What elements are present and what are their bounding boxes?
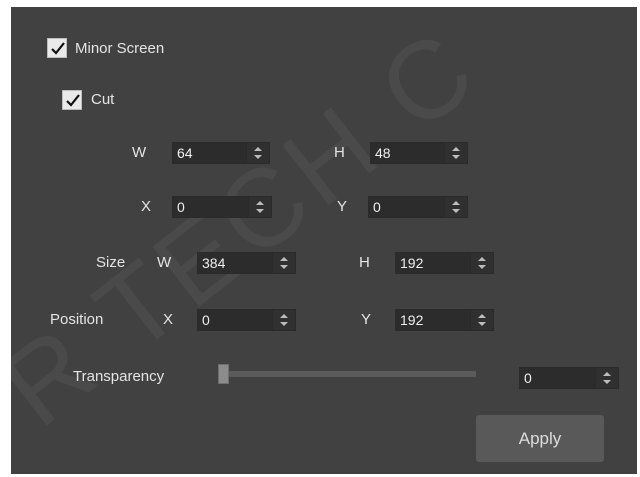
cut-h-stepper[interactable] — [444, 143, 467, 163]
up-down-arrows-icon — [452, 201, 460, 213]
position-y-input[interactable] — [396, 310, 471, 330]
cut-x-label: X — [141, 198, 152, 215]
up-down-arrows-icon — [280, 314, 288, 326]
size-w-label: W — [157, 254, 172, 271]
up-down-arrows-icon — [452, 147, 460, 159]
size-h-spinbox — [395, 252, 494, 274]
size-h-stepper[interactable] — [470, 253, 493, 273]
transparency-slider-track[interactable] — [218, 371, 476, 377]
position-y-spinbox — [395, 309, 494, 331]
position-label: Position — [50, 311, 104, 328]
up-down-arrows-icon — [478, 257, 486, 269]
up-down-arrows-icon — [478, 314, 486, 326]
up-down-arrows-icon — [256, 201, 264, 213]
cut-h-spinbox — [370, 142, 468, 164]
cut-checkbox[interactable] — [62, 90, 82, 110]
size-h-label: H — [359, 254, 370, 271]
cut-y-stepper[interactable] — [444, 197, 467, 217]
transparency-stepper[interactable] — [595, 368, 618, 388]
up-down-arrows-icon — [603, 372, 611, 384]
transparency-spinbox — [519, 367, 619, 389]
transparency-label: Transparency — [73, 368, 165, 385]
cut-x-input[interactable] — [173, 197, 249, 217]
cut-w-stepper[interactable] — [246, 143, 269, 163]
position-x-stepper[interactable] — [272, 310, 295, 330]
cut-y-input[interactable] — [369, 197, 445, 217]
size-h-input[interactable] — [396, 253, 471, 273]
position-y-stepper[interactable] — [470, 310, 493, 330]
minor-screen-checkbox[interactable] — [47, 38, 67, 58]
minor-screen-label: Minor Screen — [75, 40, 165, 57]
transparency-input[interactable] — [520, 368, 596, 388]
size-w-stepper[interactable] — [272, 253, 295, 273]
cut-label: Cut — [91, 91, 115, 108]
up-down-arrows-icon — [254, 147, 262, 159]
size-label: Size — [96, 254, 126, 271]
cut-h-input[interactable] — [371, 143, 445, 163]
cut-x-spinbox — [172, 196, 272, 218]
cut-y-label: Y — [337, 198, 348, 215]
cut-w-spinbox — [172, 142, 270, 164]
transparency-slider-handle[interactable] — [218, 364, 229, 384]
check-icon — [66, 94, 80, 107]
size-w-input[interactable] — [198, 253, 273, 273]
cut-w-label: W — [132, 144, 147, 161]
cut-h-label: H — [334, 144, 345, 161]
size-w-spinbox — [197, 252, 296, 274]
position-x-input[interactable] — [198, 310, 273, 330]
up-down-arrows-icon — [280, 257, 288, 269]
check-icon — [51, 42, 65, 55]
cut-y-spinbox — [368, 196, 468, 218]
cut-x-stepper[interactable] — [248, 197, 271, 217]
position-y-label: Y — [361, 311, 372, 328]
position-x-spinbox — [197, 309, 296, 331]
minor-screen-settings-panel: R TECH C Minor Screen Cut W H X Y — [0, 5, 637, 474]
cut-w-input[interactable] — [173, 143, 247, 163]
position-x-label: X — [163, 311, 174, 328]
apply-button[interactable]: Apply — [476, 415, 604, 462]
